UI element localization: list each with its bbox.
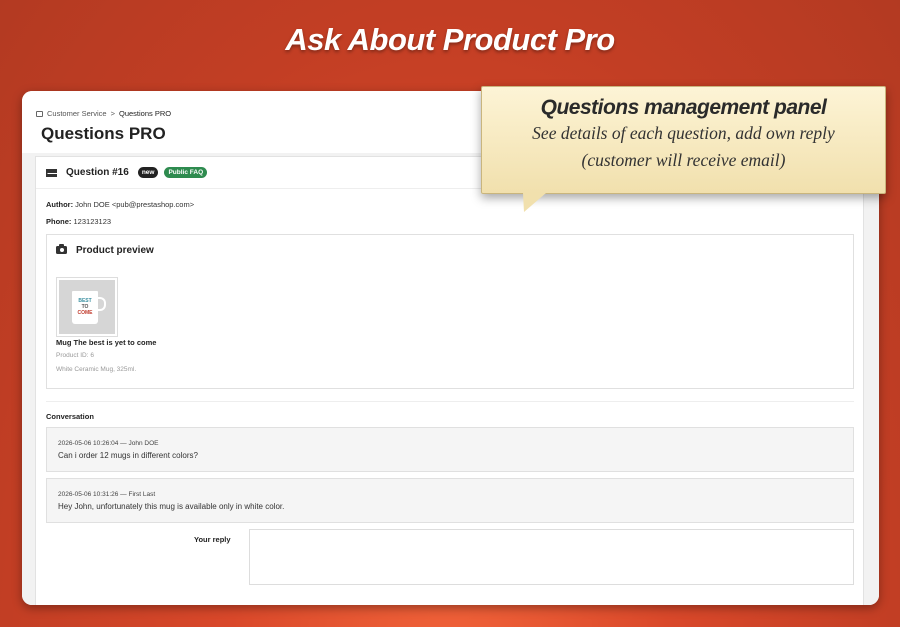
callout-panel: Questions management panel See details o… bbox=[481, 86, 886, 194]
product-image: BEST TO COME bbox=[59, 280, 115, 334]
callout-line-1: See details of each question, add own re… bbox=[532, 123, 835, 143]
status-badge-public-faq: Public FAQ bbox=[164, 167, 208, 178]
reply-label: Your reply bbox=[194, 535, 231, 544]
question-header: Question #16 new Public FAQ bbox=[46, 167, 208, 178]
customer-service-icon bbox=[36, 110, 43, 117]
camera-icon bbox=[56, 244, 67, 254]
callout-title: Questions management panel bbox=[540, 96, 827, 119]
message-body: Hey John, unfortunately this mug is avai… bbox=[58, 502, 285, 511]
author-value: John DOE <pub@prestashop.com> bbox=[75, 200, 195, 209]
status-badge-new: new bbox=[137, 167, 159, 178]
product-thumbnail[interactable]: BEST TO COME bbox=[56, 277, 118, 337]
author-line: Author: John DOE <pub@prestashop.com> bbox=[46, 200, 194, 209]
question-title: Question #16 bbox=[66, 167, 129, 178]
message-body: Can i order 12 mugs in different colors? bbox=[58, 451, 198, 460]
breadcrumb: Customer Service > Questions PRO bbox=[36, 109, 171, 118]
breadcrumb-parent[interactable]: Customer Service bbox=[47, 109, 107, 118]
banner-title: Ask About Product Pro bbox=[285, 22, 615, 57]
mug-text-3: COME bbox=[77, 310, 93, 316]
author-label: Author: bbox=[46, 200, 74, 209]
product-description: White Ceramic Mug, 325ml. bbox=[56, 366, 137, 373]
mug-handle bbox=[97, 297, 106, 311]
divider bbox=[46, 401, 854, 402]
breadcrumb-separator: > bbox=[110, 109, 115, 118]
message-item: 2026-05-06 10:31:26 — First Last Hey Joh… bbox=[46, 478, 854, 523]
reply-textarea[interactable] bbox=[249, 529, 854, 585]
phone-value: 123123123 bbox=[73, 217, 112, 226]
phone-line: Phone: 123123123 bbox=[46, 217, 111, 226]
message-header: 2026-05-06 10:31:26 — First Last bbox=[58, 491, 156, 498]
conversation-label: Conversation bbox=[46, 412, 94, 421]
product-preview-title: Product preview bbox=[76, 245, 154, 256]
envelope-icon bbox=[46, 168, 57, 177]
callout-pointer bbox=[523, 193, 546, 212]
question-card: Question #16 new Public FAQ Author: John… bbox=[35, 156, 865, 605]
product-preview-box: Product preview BEST TO COME Mug The bes… bbox=[46, 234, 854, 389]
product-id: Product ID: 6 bbox=[56, 352, 94, 359]
callout-line-2: (customer will receive email) bbox=[581, 150, 786, 170]
message-header: 2026-05-06 10:26:04 — John DOE bbox=[58, 440, 159, 447]
page-title: Questions PRO bbox=[41, 124, 166, 143]
breadcrumb-current: Questions PRO bbox=[119, 109, 172, 118]
product-name[interactable]: Mug The best is yet to come bbox=[56, 338, 156, 347]
phone-label: Phone: bbox=[46, 217, 72, 226]
message-item: 2026-05-06 10:26:04 — John DOE Can i ord… bbox=[46, 427, 854, 472]
